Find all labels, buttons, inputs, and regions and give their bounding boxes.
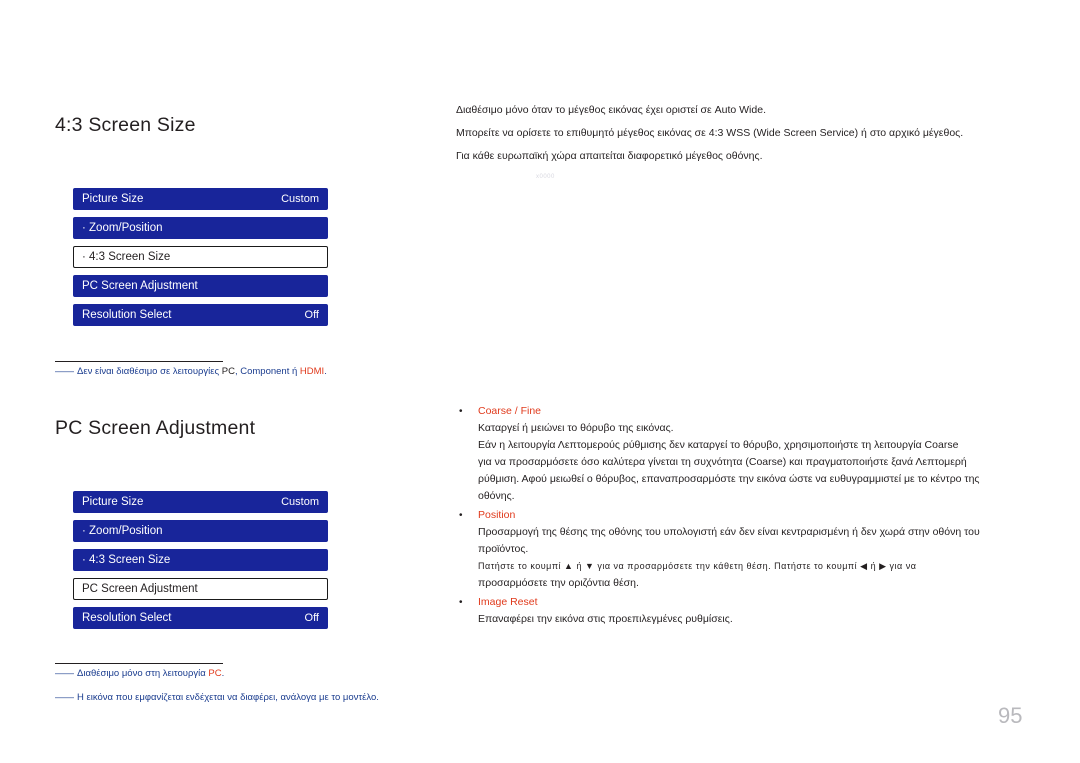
- osd-item-43-screen-size[interactable]: · 4:3 Screen Size: [73, 246, 328, 268]
- osd-item-label: · Zoom/Position: [82, 525, 163, 537]
- osd-item-label: · 4:3 Screen Size: [82, 554, 171, 566]
- footnote-tail: .: [221, 668, 225, 679]
- footnote-dash: ――: [55, 668, 74, 679]
- osd-item-pc-screen-adjustment[interactable]: PC Screen Adjustment: [73, 275, 328, 297]
- osd-item-label: · 4:3 Screen Size: [82, 251, 171, 263]
- footnote-second-b: ―― Η εικόνα που εμφανίζεται ενδέχεται να …: [55, 692, 379, 703]
- osd-item-value: Custom: [281, 193, 319, 205]
- bullet-line: Επαναφέρει την εικόνα στις προεπιλεγμένε…: [478, 613, 733, 625]
- bullet-list: • Coarse / Fine Καταργεί ή μειώνει το θό…: [456, 403, 1026, 630]
- osd-item-value: Custom: [281, 496, 319, 508]
- bullet-line: Καταργεί ή μειώνει το θόρυβο της εικόνας…: [478, 422, 674, 434]
- osd-item-picture-size[interactable]: Picture Size Custom: [73, 188, 328, 210]
- footnote-divider-first: [55, 361, 223, 362]
- osd-item-label: Resolution Select: [82, 309, 172, 321]
- footnote-second-a: ―― Διαθέσιμο μόνο στη λειτουργία PC.: [55, 668, 224, 679]
- osd-item-resolution-select[interactable]: Resolution Select Off: [73, 304, 328, 326]
- footnote-dash: ――: [55, 692, 74, 703]
- bullet-line: Προσαρμογή της θέσης της οθόνης του υπολ…: [478, 526, 980, 538]
- bullet-line: για να προσαρμόσετε όσο καλύτερα γίνεται…: [478, 456, 967, 468]
- osd-item-picture-size[interactable]: Picture Size Custom: [73, 491, 328, 513]
- osd-item-label: · Zoom/Position: [82, 222, 163, 234]
- intro-paragraphs: Διαθέσιμο μόνο όταν το μέγεθος εικόνας έ…: [456, 101, 1016, 170]
- bullet-dot-icon: •: [459, 406, 463, 417]
- osd-item-value: Off: [304, 612, 319, 624]
- intro-line-1: Διαθέσιμο μόνο όταν το μέγεθος εικόνας έ…: [456, 104, 766, 116]
- osd-item-label: Picture Size: [82, 193, 144, 205]
- bullet-item-image-reset: • Image Reset Επαναφέρει την εικόνα στις…: [456, 594, 1026, 628]
- footnote-divider-second: [55, 663, 223, 664]
- page-title-43-screen-size: 4:3 Screen Size: [55, 114, 196, 137]
- footnote-first: ―― Δεν είναι διαθέσιμο σε λειτουργίες PC,…: [55, 366, 327, 377]
- bullet-line: ρύθμιση. Αφού μειωθεί ο θόρυβος, επαναπρ…: [478, 473, 980, 485]
- image-watermark: x0000: [536, 174, 555, 180]
- page-number: 95: [998, 703, 1023, 728]
- document-page: 4:3 Screen Size Picture Size Custom · Zo…: [0, 0, 1080, 763]
- bullet-dot-icon: •: [459, 510, 463, 521]
- osd-item-label: PC Screen Adjustment: [82, 583, 198, 595]
- footnote-text: Διαθέσιμο μόνο στη λειτουργία: [77, 668, 209, 679]
- intro-line-2: Μπορείτε να ορίσετε το επιθυμητό μέγεθος…: [456, 127, 964, 139]
- bullet-line: προσαρμόσετε την οριζόντια θέση.: [478, 577, 639, 589]
- bullet-dot-icon: •: [459, 597, 463, 608]
- bullet-term: Position: [478, 509, 516, 521]
- bullet-body: Προσαρμογή της θέσης της οθόνης του υπολ…: [478, 524, 1026, 592]
- footnote-text: Δεν είναι διαθέσιμο σε λειτουργίες: [77, 366, 222, 377]
- bullet-line: οθόνης.: [478, 490, 515, 502]
- osd-item-label: Resolution Select: [82, 612, 172, 624]
- osd-item-zoom-position[interactable]: · Zoom/Position: [73, 217, 328, 239]
- bullet-body: Καταργεί ή μειώνει το θόρυβο της εικόνας…: [478, 420, 1026, 505]
- intro-line-3: Για κάθε ευρωπαϊκή χώρα απαιτείται διαφο…: [456, 150, 763, 162]
- bullet-body: Επαναφέρει την εικόνα στις προεπιλεγμένε…: [478, 611, 1026, 628]
- osd-item-pc-screen-adjustment[interactable]: PC Screen Adjustment: [73, 578, 328, 600]
- bullet-item-position: • Position Προσαρμογή της θέσης της οθόν…: [456, 507, 1026, 592]
- bullet-line: Πατήστε το κουμπί ▲ ή ▼ για να προσαρμόσ…: [478, 561, 917, 571]
- footnote-tail: .: [324, 366, 327, 377]
- bullet-line: προϊόντος.: [478, 543, 529, 555]
- footnote-text: Η εικόνα που εμφανίζεται ενδέχεται να δι…: [77, 692, 379, 703]
- osd-item-label: Picture Size: [82, 496, 144, 508]
- bullet-item-coarse-fine: • Coarse / Fine Καταργεί ή μειώνει το θό…: [456, 403, 1026, 505]
- bullet-term: Coarse / Fine: [478, 405, 542, 417]
- footnote-dash: ――: [55, 366, 74, 377]
- footnote-hdmi-token: HDMI: [299, 366, 325, 377]
- osd-menu-second: Picture Size Custom · Zoom/Position · 4:…: [73, 491, 328, 636]
- page-title-pc-screen-adjustment: PC Screen Adjustment: [55, 417, 256, 440]
- osd-item-zoom-position[interactable]: · Zoom/Position: [73, 520, 328, 542]
- footnote-pc-token: PC: [208, 668, 222, 679]
- footnote-pc-token: PC: [221, 366, 235, 377]
- osd-item-value: Off: [304, 309, 319, 321]
- osd-item-43-screen-size[interactable]: · 4:3 Screen Size: [73, 549, 328, 571]
- bullet-line: Εάν η λειτουργία Λεπτομερούς ρύθμισης δε…: [478, 439, 959, 451]
- osd-menu-first: Picture Size Custom · Zoom/Position · 4:…: [73, 188, 328, 333]
- osd-item-label: PC Screen Adjustment: [82, 280, 198, 292]
- bullet-term: Image Reset: [478, 596, 538, 608]
- footnote-middle: , Component ή: [234, 366, 300, 377]
- osd-item-resolution-select[interactable]: Resolution Select Off: [73, 607, 328, 629]
